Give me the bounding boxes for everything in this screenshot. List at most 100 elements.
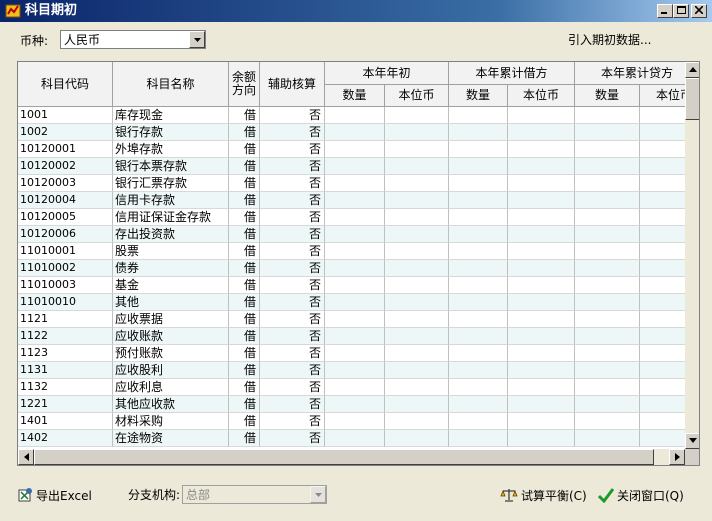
cell-amount[interactable]	[325, 226, 385, 243]
cell-code[interactable]: 10120005	[18, 209, 113, 226]
cell-amount[interactable]	[385, 107, 449, 124]
cell-direction[interactable]: 借	[229, 277, 260, 294]
table-row[interactable]: 1132 应收利息借否	[18, 379, 685, 396]
cell-amount[interactable]	[325, 158, 385, 175]
cell-amount[interactable]	[385, 192, 449, 209]
cell-direction[interactable]: 借	[229, 379, 260, 396]
cell-code[interactable]: 1402	[18, 430, 113, 447]
cell-name[interactable]: 其他	[113, 294, 229, 311]
header-code[interactable]: 科目代码	[18, 62, 113, 107]
cell-aux[interactable]: 否	[260, 430, 325, 447]
cell-amount[interactable]	[325, 124, 385, 141]
cell-amount[interactable]	[449, 396, 508, 413]
cell-amount[interactable]	[508, 243, 575, 260]
cell-amount[interactable]	[575, 226, 640, 243]
cell-aux[interactable]: 否	[260, 413, 325, 430]
cell-amount[interactable]	[325, 328, 385, 345]
header-opening-base[interactable]: 本位币	[385, 85, 449, 107]
cell-amount[interactable]	[385, 328, 449, 345]
cell-amount[interactable]	[640, 107, 685, 124]
cell-amount[interactable]	[325, 141, 385, 158]
cell-amount[interactable]	[325, 379, 385, 396]
cell-direction[interactable]: 借	[229, 226, 260, 243]
cell-aux[interactable]: 否	[260, 260, 325, 277]
cell-amount[interactable]	[449, 430, 508, 447]
cell-amount[interactable]	[449, 243, 508, 260]
cell-direction[interactable]: 借	[229, 260, 260, 277]
import-opening-data-link[interactable]: 引入期初数据...	[568, 33, 651, 47]
cell-amount[interactable]	[325, 175, 385, 192]
cell-amount[interactable]	[325, 192, 385, 209]
cell-name[interactable]: 外埠存款	[113, 141, 229, 158]
cell-amount[interactable]	[449, 345, 508, 362]
cell-name[interactable]: 银行本票存款	[113, 158, 229, 175]
cell-code[interactable]: 1131	[18, 362, 113, 379]
cell-amount[interactable]	[640, 345, 685, 362]
cell-amount[interactable]	[640, 226, 685, 243]
cell-code[interactable]: 1132	[18, 379, 113, 396]
cell-amount[interactable]	[449, 260, 508, 277]
cell-aux[interactable]: 否	[260, 158, 325, 175]
cell-amount[interactable]	[575, 396, 640, 413]
cell-direction[interactable]: 借	[229, 158, 260, 175]
cell-amount[interactable]	[575, 192, 640, 209]
table-row[interactable]: 10120001 外埠存款借否	[18, 141, 685, 158]
cell-direction[interactable]: 借	[229, 396, 260, 413]
cell-amount[interactable]	[508, 430, 575, 447]
cell-code[interactable]: 10120004	[18, 192, 113, 209]
cell-amount[interactable]	[449, 209, 508, 226]
table-row[interactable]: 10120006 存出投资款借否	[18, 226, 685, 243]
cell-amount[interactable]	[385, 141, 449, 158]
cell-amount[interactable]	[508, 379, 575, 396]
cell-amount[interactable]	[575, 345, 640, 362]
cell-amount[interactable]	[508, 107, 575, 124]
cell-aux[interactable]: 否	[260, 107, 325, 124]
scroll-down-button[interactable]	[685, 433, 699, 449]
cell-direction[interactable]: 借	[229, 192, 260, 209]
cell-amount[interactable]	[449, 311, 508, 328]
cell-amount[interactable]	[385, 396, 449, 413]
cell-amount[interactable]	[575, 379, 640, 396]
vertical-scrollbar[interactable]	[685, 62, 699, 449]
cell-amount[interactable]	[449, 277, 508, 294]
table-row[interactable]: 1401 材料采购借否	[18, 413, 685, 430]
table-row[interactable]: 11010003 基金借否	[18, 277, 685, 294]
cell-amount[interactable]	[508, 277, 575, 294]
trial-balance-button[interactable]: 试算平衡(C)	[500, 486, 587, 504]
cell-name[interactable]: 应收票据	[113, 311, 229, 328]
cell-code[interactable]: 1401	[18, 413, 113, 430]
cell-amount[interactable]	[449, 413, 508, 430]
cell-direction[interactable]: 借	[229, 311, 260, 328]
cell-amount[interactable]	[575, 260, 640, 277]
cell-amount[interactable]	[385, 226, 449, 243]
cell-amount[interactable]	[640, 294, 685, 311]
table-row[interactable]: 1123 预付账款借否	[18, 345, 685, 362]
cell-aux[interactable]: 否	[260, 311, 325, 328]
cell-amount[interactable]	[640, 430, 685, 447]
cell-amount[interactable]	[640, 396, 685, 413]
branch-select[interactable]: 总部	[182, 485, 327, 504]
cell-amount[interactable]	[640, 209, 685, 226]
cell-amount[interactable]	[508, 396, 575, 413]
cell-aux[interactable]: 否	[260, 294, 325, 311]
cell-name[interactable]: 基金	[113, 277, 229, 294]
cell-code[interactable]: 1121	[18, 311, 113, 328]
cell-amount[interactable]	[325, 260, 385, 277]
vertical-scroll-thumb[interactable]	[685, 78, 699, 120]
cell-direction[interactable]: 借	[229, 107, 260, 124]
table-row[interactable]: 1121 应收票据借否	[18, 311, 685, 328]
table-row[interactable]: 10120004 信用卡存款借否	[18, 192, 685, 209]
cell-amount[interactable]	[449, 226, 508, 243]
close-window-button[interactable]	[691, 4, 707, 18]
cell-amount[interactable]	[449, 328, 508, 345]
cell-amount[interactable]	[640, 243, 685, 260]
cell-aux[interactable]: 否	[260, 124, 325, 141]
branch-dropdown-button[interactable]	[310, 486, 326, 503]
cell-aux[interactable]: 否	[260, 362, 325, 379]
header-group-opening[interactable]: 本年年初	[325, 62, 449, 85]
cell-name[interactable]: 股票	[113, 243, 229, 260]
table-row[interactable]: 1002 银行存款借否	[18, 124, 685, 141]
cell-amount[interactable]	[508, 328, 575, 345]
cell-aux[interactable]: 否	[260, 379, 325, 396]
cell-amount[interactable]	[325, 209, 385, 226]
